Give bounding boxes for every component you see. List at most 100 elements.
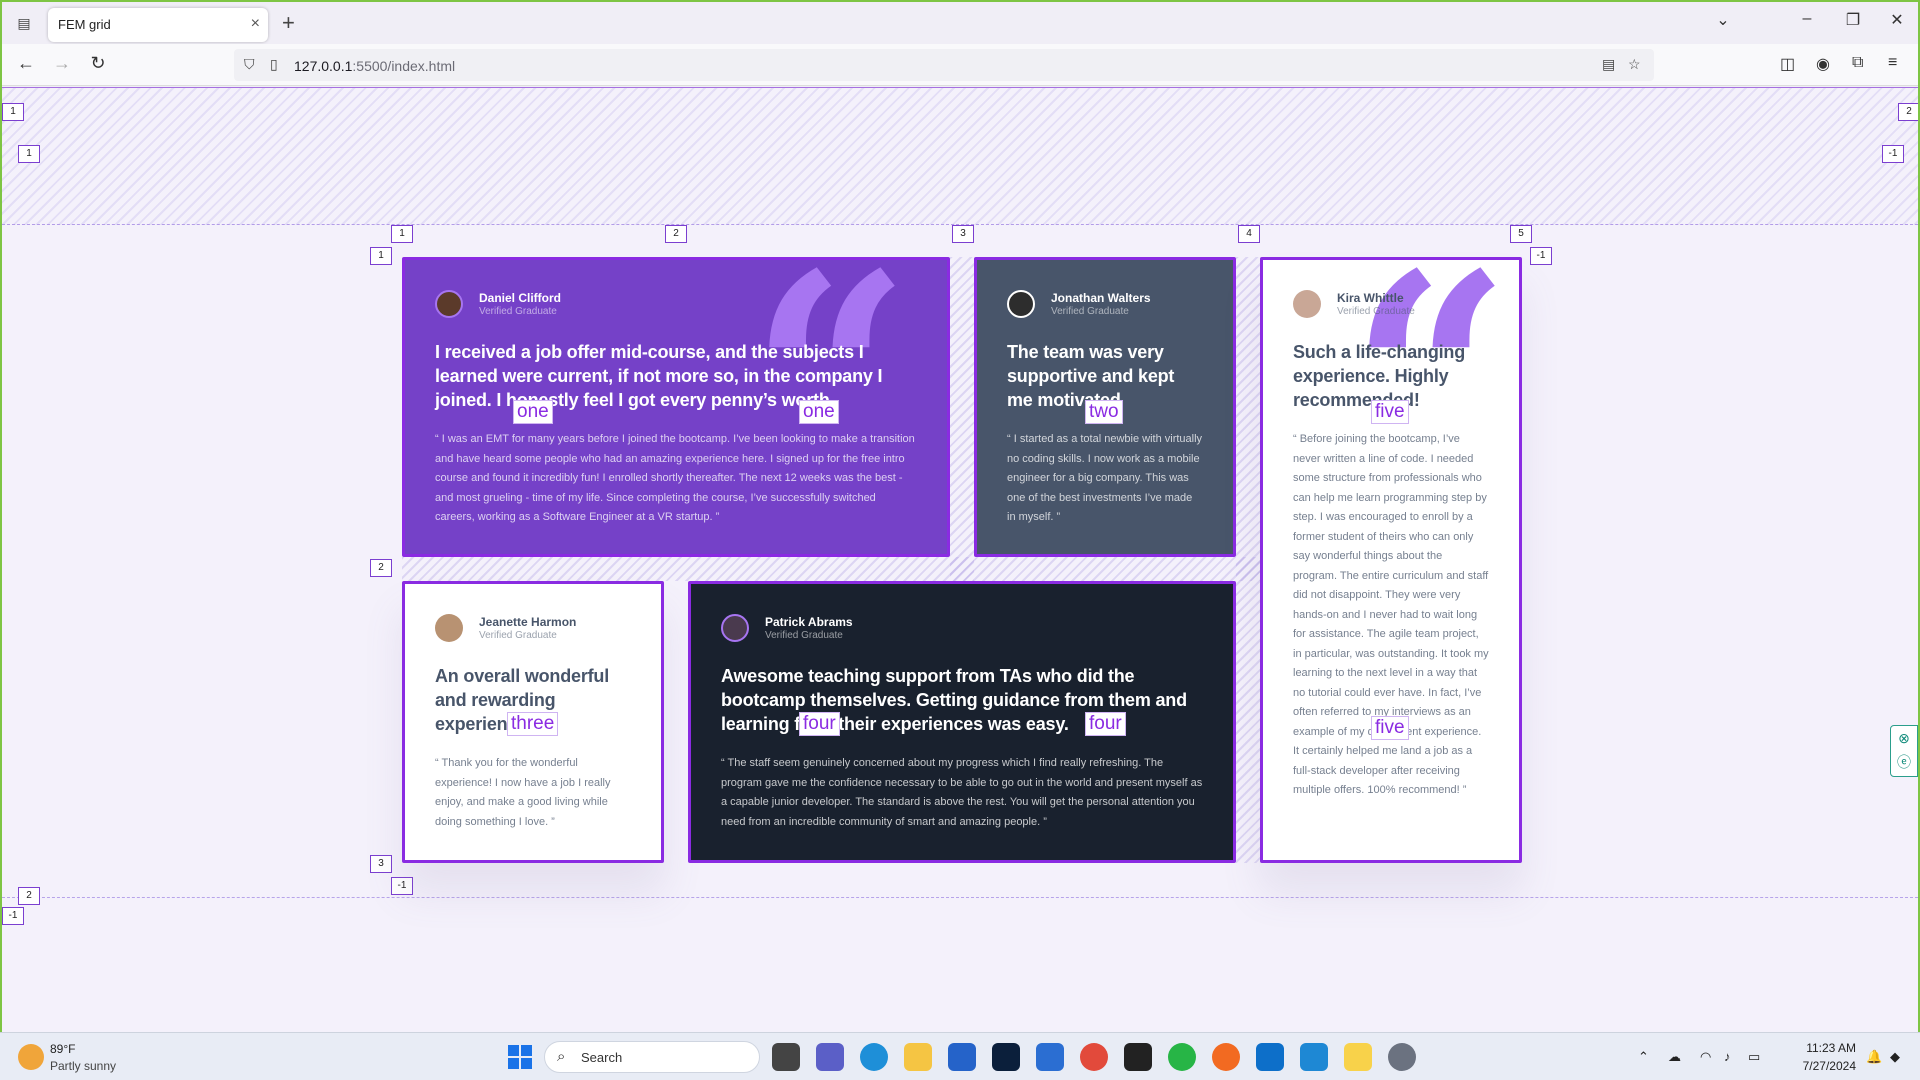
grid-line-label: 2 bbox=[665, 225, 687, 243]
pocket-icon[interactable]: ◫ bbox=[1780, 54, 1795, 74]
weather-icon[interactable] bbox=[18, 1044, 44, 1070]
back-icon[interactable]: ← bbox=[14, 53, 38, 74]
task-view-icon[interactable] bbox=[772, 1043, 800, 1071]
person-role: Verified Graduate bbox=[479, 306, 557, 317]
clock-time[interactable]: 11:23 AM bbox=[1776, 1041, 1856, 1055]
url-path: :5500/index.html bbox=[352, 58, 456, 74]
shield-icon[interactable]: ⛉ bbox=[244, 56, 255, 73]
person-role: Verified Graduate bbox=[1337, 306, 1415, 317]
person-info: Jonathan Walters Verified Graduate bbox=[1007, 288, 1203, 320]
testimonial-card-daniel: “ Daniel Clifford Verified Graduate I re… bbox=[402, 257, 950, 557]
person-role: Verified Graduate bbox=[765, 630, 843, 641]
url-bar[interactable]: ⛉ ▯ 127.0.0.1:5500/index.html ▤ ☆ bbox=[234, 49, 1654, 81]
battery-icon[interactable]: ▭ bbox=[1748, 1049, 1760, 1065]
sticky-notes-icon[interactable] bbox=[1344, 1043, 1372, 1071]
copilot-icon[interactable]: ◆ bbox=[1890, 1049, 1900, 1065]
testimonial-card-jeanette: Jeanette Harmon Verified Graduate An ove… bbox=[402, 581, 664, 863]
url-text[interactable]: 127.0.0.1:5500/index.html bbox=[294, 58, 455, 74]
person-info: Patrick Abrams Verified Graduate bbox=[721, 612, 1203, 644]
grid-line-label: -1 bbox=[1882, 145, 1904, 163]
page-icon: ▯ bbox=[270, 56, 278, 72]
mail-icon[interactable] bbox=[1036, 1043, 1064, 1071]
forward-icon[interactable]: → bbox=[50, 53, 74, 74]
bookmark-star-icon[interactable]: ☆ bbox=[1628, 56, 1641, 73]
photoshop-icon[interactable] bbox=[992, 1043, 1020, 1071]
new-tab-icon[interactable]: + bbox=[282, 10, 295, 36]
person-role: Verified Graduate bbox=[479, 630, 557, 641]
tab-active[interactable]: FEM grid × bbox=[48, 8, 268, 42]
volume-icon[interactable]: ♪ bbox=[1724, 1049, 1731, 1064]
grid-line-label: 2 bbox=[1898, 103, 1918, 121]
testimonial-headline: Awesome teaching support from TAs who di… bbox=[721, 666, 1187, 734]
avatar bbox=[721, 614, 749, 642]
chevron-down-icon[interactable]: ⌄ bbox=[1708, 10, 1738, 30]
avatar bbox=[435, 290, 463, 318]
testimonial-body: “ Thank you for the wonderful experience… bbox=[435, 757, 611, 828]
account-icon[interactable]: ◉ bbox=[1816, 54, 1830, 74]
grid-line-label: 1 bbox=[2, 103, 24, 121]
grid-area-label: four bbox=[1085, 712, 1126, 736]
grid-line-label: 3 bbox=[952, 225, 974, 243]
vscode-icon[interactable] bbox=[1300, 1043, 1328, 1071]
close-icon[interactable]: ⊗ bbox=[1891, 726, 1917, 750]
minimize-icon[interactable]: – bbox=[1792, 10, 1822, 28]
reload-icon[interactable]: ↻ bbox=[86, 53, 110, 74]
onedrive-icon[interactable]: ☁ bbox=[1668, 1049, 1681, 1065]
store-icon[interactable] bbox=[948, 1043, 976, 1071]
notion-icon[interactable] bbox=[1124, 1043, 1152, 1071]
wifi-icon[interactable]: ◠ bbox=[1700, 1049, 1711, 1065]
chevron-up-icon[interactable]: ⌃ bbox=[1638, 1049, 1649, 1065]
reader-view-icon[interactable]: ▤ bbox=[1602, 56, 1615, 73]
windows-start-icon[interactable] bbox=[508, 1045, 532, 1069]
search-icon: ⌕ bbox=[557, 1048, 566, 1065]
close-window-icon[interactable]: ✕ bbox=[1882, 10, 1912, 30]
testimonial-body: “ I started as a total newbie with virtu… bbox=[1007, 433, 1203, 523]
testimonial-body: “ Before joining the bootcamp, I’ve neve… bbox=[1293, 433, 1489, 796]
grid-overlay-row-line bbox=[2, 897, 1918, 898]
grid-area-label: five bbox=[1371, 716, 1409, 740]
person-name: Daniel Clifford bbox=[479, 291, 562, 305]
notification-bell-icon[interactable]: 🔔 bbox=[1866, 1049, 1882, 1065]
grid-line-label: 2 bbox=[18, 887, 40, 905]
extension-icon[interactable]: ⓔ bbox=[1891, 750, 1917, 774]
firefox-icon[interactable] bbox=[1212, 1043, 1240, 1071]
person-info: Kira Whittle Verified Graduate bbox=[1293, 288, 1489, 320]
file-explorer-icon[interactable] bbox=[904, 1043, 932, 1071]
testimonials-grid: “ Daniel Clifford Verified Graduate I re… bbox=[402, 257, 1522, 863]
browser-window: ▤ FEM grid × + ⌄ – ❐ ✕ ← → ↻ ⛉ ▯ 127.0.0… bbox=[0, 0, 1920, 1032]
grid-line-label: 1 bbox=[18, 145, 40, 163]
taskbar-search[interactable]: ⌕ Search bbox=[544, 1041, 760, 1073]
person-name: Kira Whittle bbox=[1337, 291, 1404, 305]
person-info: Daniel Clifford Verified Graduate bbox=[435, 288, 917, 320]
grid-line-label: 5 bbox=[1510, 225, 1532, 243]
whatsapp-icon[interactable] bbox=[1168, 1043, 1196, 1071]
avatar bbox=[435, 614, 463, 642]
grid-area-label: four bbox=[799, 712, 840, 736]
testimonial-card-jonathan: Jonathan Walters Verified Graduate The t… bbox=[974, 257, 1236, 557]
avatar bbox=[1007, 290, 1035, 318]
extensions-icon[interactable]: ⧉ bbox=[1852, 54, 1863, 72]
page-viewport: 1 1 2 -1 2 -1 1 2 3 4 5 -1 1 2 3 -1 “ Da… bbox=[2, 87, 1918, 1032]
grid-line-label: 4 bbox=[1238, 225, 1260, 243]
navigation-toolbar: ← → ↻ ⛉ ▯ 127.0.0.1:5500/index.html ▤ ☆ … bbox=[2, 44, 1918, 86]
grid-overlay-header-area bbox=[2, 87, 1918, 225]
extension-side-panel[interactable]: ⊗ ⓔ bbox=[1890, 725, 1918, 777]
edge-icon[interactable] bbox=[860, 1043, 888, 1071]
weather-temperature[interactable]: 89°F bbox=[50, 1042, 75, 1056]
chrome-icon[interactable] bbox=[1080, 1043, 1108, 1071]
outlook-icon[interactable] bbox=[1256, 1043, 1284, 1071]
avatar bbox=[1293, 290, 1321, 318]
clock-date[interactable]: 7/27/2024 bbox=[1776, 1059, 1856, 1073]
restore-icon[interactable]: ❐ bbox=[1838, 10, 1868, 30]
menu-icon[interactable]: ≡ bbox=[1888, 54, 1897, 72]
close-tab-icon[interactable]: × bbox=[251, 15, 260, 33]
settings-gear-icon[interactable] bbox=[1388, 1043, 1416, 1071]
grid-line-label: -1 bbox=[391, 877, 413, 895]
testimonial-card-kira: “ Kira Whittle Verified Graduate Such a … bbox=[1260, 257, 1522, 863]
grid-line-label: -1 bbox=[2, 907, 24, 925]
grid-line-label: -1 bbox=[1530, 247, 1552, 265]
teams-icon[interactable] bbox=[816, 1043, 844, 1071]
testimonial-body: “ I was an EMT for many years before I j… bbox=[435, 433, 915, 523]
tab-list-icon[interactable]: ▤ bbox=[14, 14, 34, 32]
weather-description[interactable]: Partly sunny bbox=[50, 1059, 116, 1073]
